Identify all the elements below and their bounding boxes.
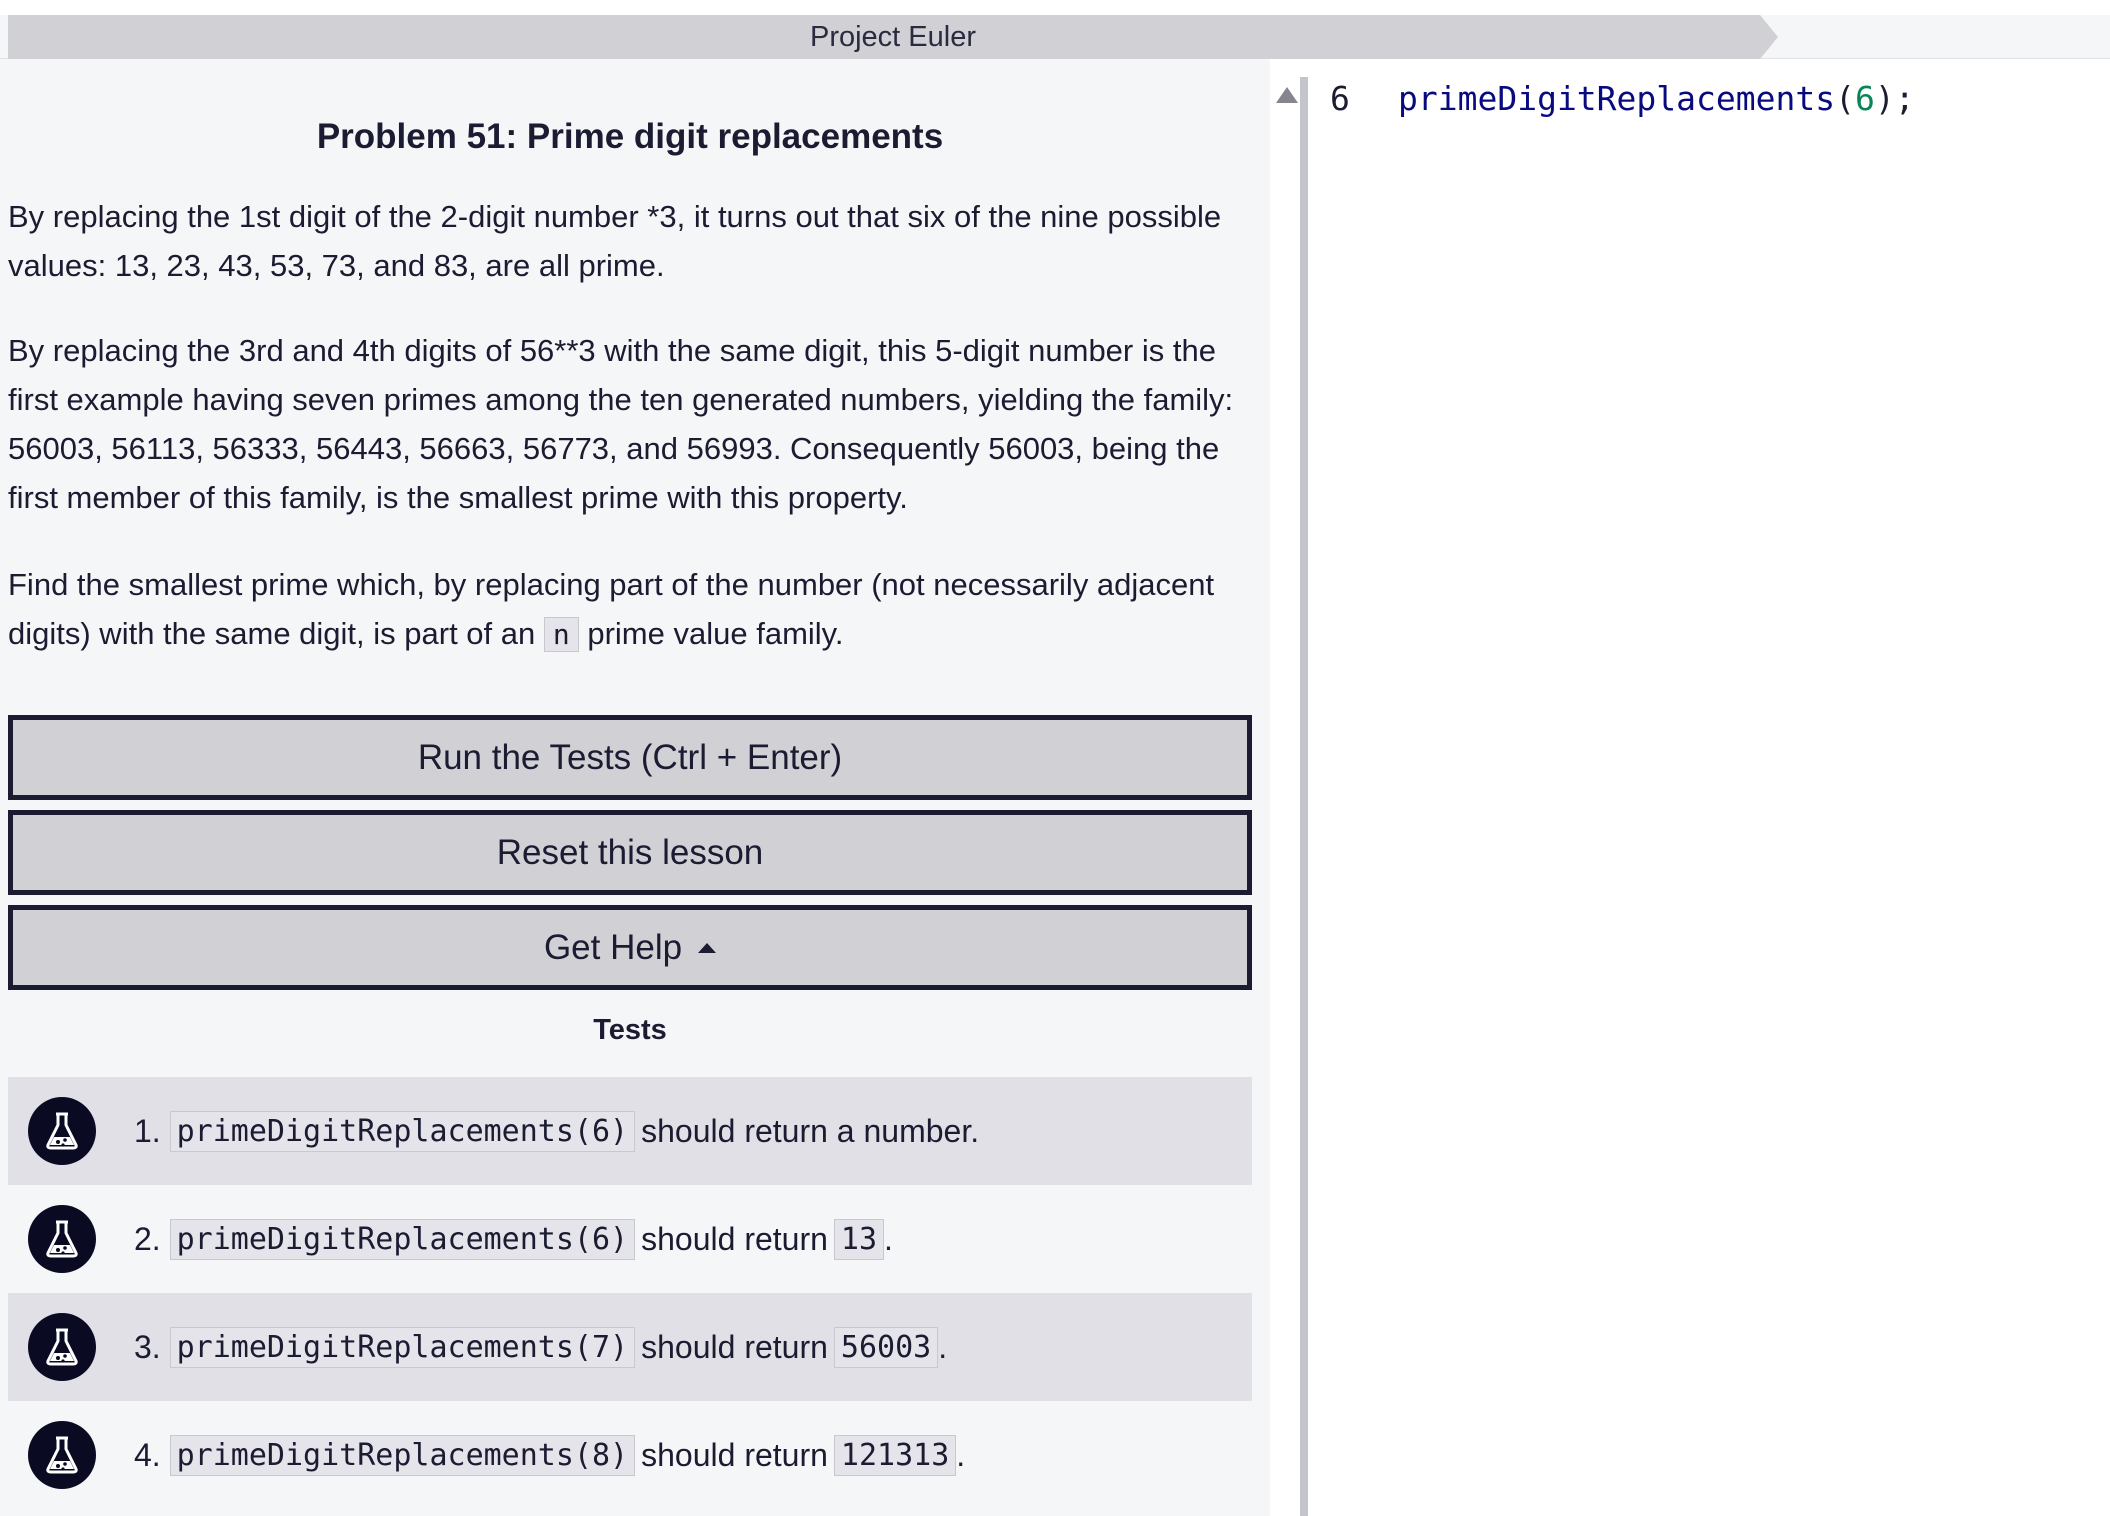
breadcrumb-title: Project Euler	[809, 20, 976, 53]
test-item-3: 3. primeDigitReplacements(7) should retu…	[8, 1293, 1252, 1401]
flask-icon	[28, 1313, 96, 1381]
description-paragraph-1: By replacing the 1st digit of the 2-digi…	[8, 199, 1222, 283]
get-help-button[interactable]: Get Help	[8, 905, 1252, 990]
line-number: 6	[1330, 79, 1350, 118]
test-description: should return	[641, 1328, 828, 1365]
test-code: primeDigitReplacements(6)	[169, 1218, 636, 1260]
test-suffix: .	[938, 1328, 948, 1365]
test-description: should return	[641, 1220, 828, 1257]
test-description: should return	[641, 1436, 828, 1473]
caret-up-icon	[698, 942, 717, 953]
description-paragraph-2: By replacing the 3rd and 4th digits of 5…	[8, 333, 1234, 515]
description-paragraph-3: Find the smallest prime which, by replac…	[8, 560, 1258, 659]
test-code: primeDigitReplacements(6)	[169, 1110, 636, 1152]
breadcrumb: Project Euler	[0, 15, 2110, 59]
instructions-pane: Problem 51: Prime digit replacements By …	[0, 59, 1270, 1516]
scroll-up-arrow-icon[interactable]	[1276, 87, 1298, 103]
run-tests-label: Run the Tests (Ctrl + Enter)	[417, 737, 843, 777]
test-expected-value: 13	[833, 1218, 885, 1260]
code-editor[interactable]: 6 primeDigitReplacements(6);	[1310, 77, 2110, 1516]
test-item-1: 1. primeDigitReplacements(6) should retu…	[8, 1077, 1252, 1185]
test-code: primeDigitReplacements(7)	[169, 1326, 636, 1368]
breadcrumb-superblock-link[interactable]: Project Euler	[8, 15, 1778, 59]
get-help-label: Get Help	[543, 927, 683, 967]
test-expected-value: 56003	[833, 1326, 939, 1368]
test-number: 2.	[134, 1220, 161, 1257]
test-code: primeDigitReplacements(8)	[169, 1434, 636, 1476]
reset-lesson-label: Reset this lesson	[496, 832, 764, 872]
run-tests-button[interactable]: Run the Tests (Ctrl + Enter)	[8, 715, 1252, 800]
inline-code-n: n	[543, 617, 579, 652]
tests-heading: Tests	[593, 1014, 667, 1046]
test-item-2: 2. primeDigitReplacements(6) should retu…	[8, 1185, 1252, 1293]
code-function-name: primeDigitReplacements	[1398, 79, 1836, 118]
paragraph-3-text-after: prime value family.	[587, 616, 844, 651]
test-number: 1.	[134, 1112, 161, 1149]
test-expected-value: 121313	[833, 1434, 957, 1476]
code-close-paren: );	[1874, 79, 1915, 118]
code-argument: 6	[1854, 79, 1875, 118]
test-suffix: .	[884, 1220, 893, 1257]
test-suffix: .	[956, 1436, 966, 1473]
flask-icon	[28, 1421, 96, 1489]
test-description: should return a number.	[641, 1112, 980, 1149]
test-number: 4.	[134, 1436, 161, 1473]
test-number: 3.	[134, 1328, 161, 1365]
test-item-4: 4. primeDigitReplacements(8) should retu…	[8, 1401, 1252, 1509]
reset-lesson-button[interactable]: Reset this lesson	[8, 810, 1252, 895]
pane-resize-handle[interactable]	[1300, 77, 1308, 1516]
code-line[interactable]: primeDigitReplacements(6);	[1398, 79, 1915, 118]
page-title: Problem 51: Prime digit replacements	[316, 117, 944, 156]
flask-icon	[28, 1097, 96, 1165]
flask-icon	[28, 1205, 96, 1273]
code-open-paren: (	[1835, 79, 1855, 118]
